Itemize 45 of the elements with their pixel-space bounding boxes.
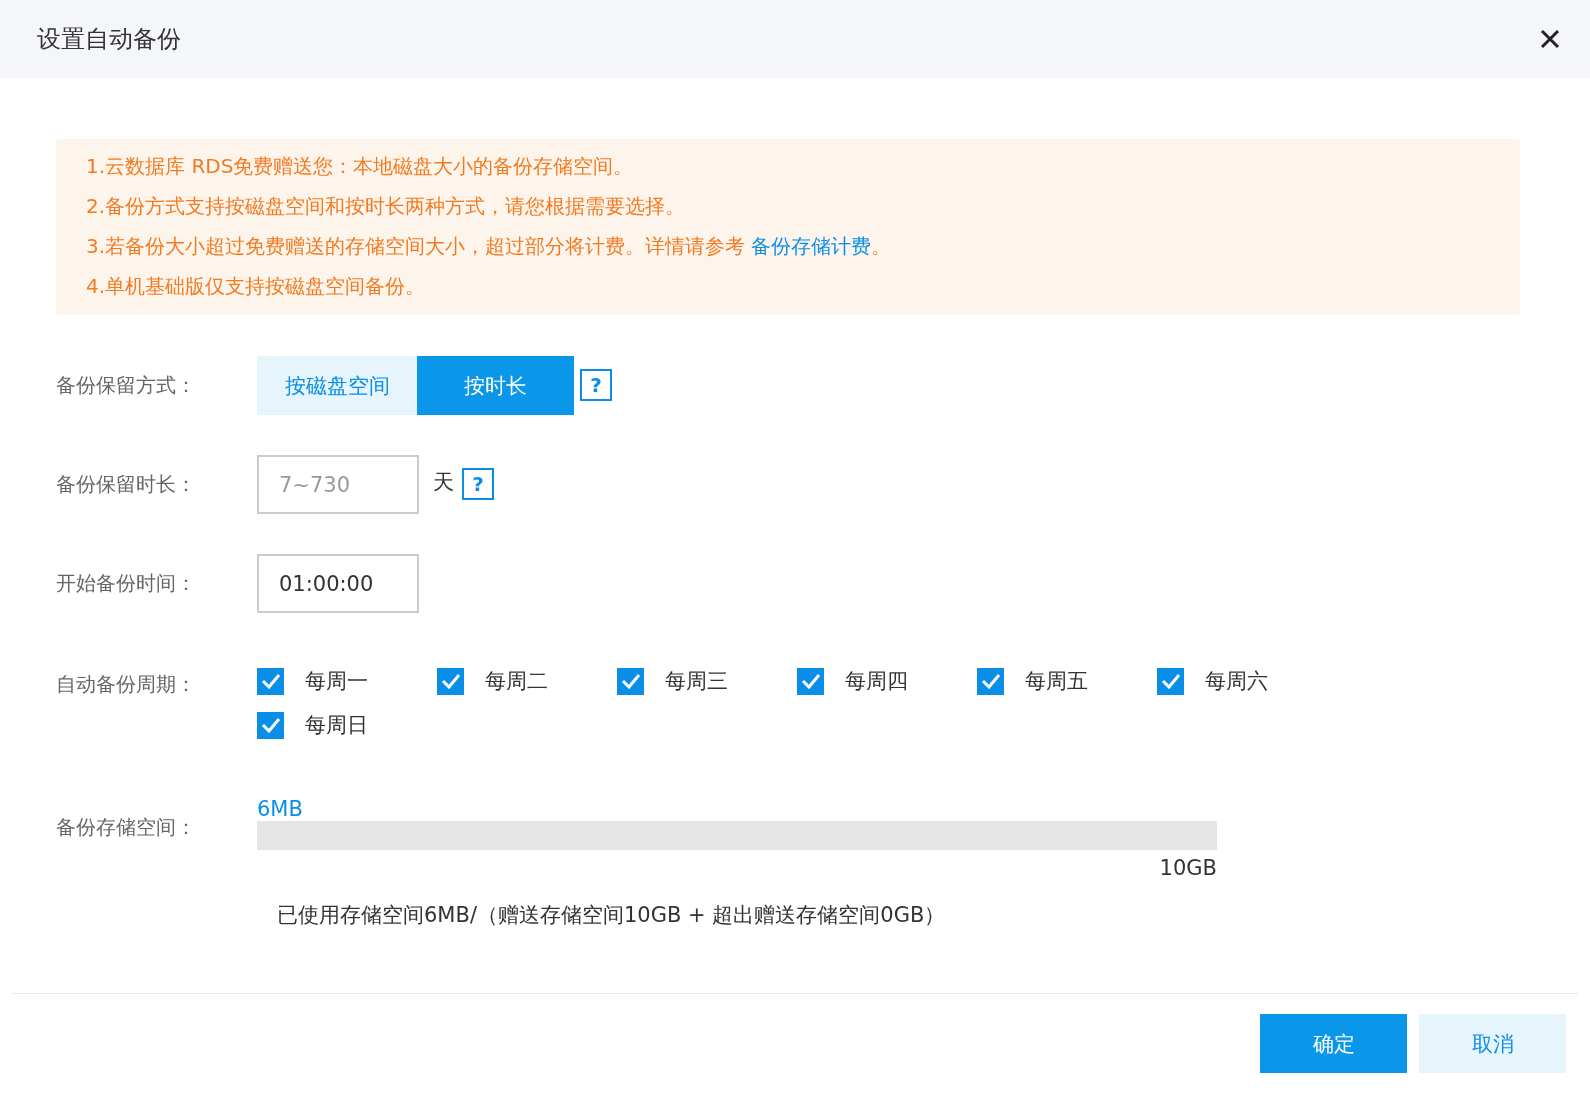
checkmark-icon (800, 673, 821, 689)
checkmark-icon (440, 673, 461, 689)
notice-text: 3.若备份大小超过免费赠送的存储空间大小，超过部分将计费。详情请参考 备份存储计费。 (86, 233, 893, 260)
checkmark-icon (260, 673, 281, 689)
days-input[interactable]: 7~730 (257, 455, 419, 514)
mode-tab[interactable]: 按时长 (417, 356, 574, 415)
field-label: 备份保留方式： (56, 372, 197, 399)
unit-text: 天 (433, 469, 454, 496)
help-button[interactable]: ? (580, 369, 612, 401)
cancel-button[interactable]: 取消 (1419, 1014, 1566, 1073)
day-label: 每周四 (845, 668, 908, 695)
checkmark-icon (980, 673, 1001, 689)
notice-text: 2.备份方式支持按磁盘空间和按时长两种方式，请您根据需要选择。 (86, 193, 687, 220)
day-label: 每周日 (305, 712, 368, 739)
checkbox[interactable] (977, 667, 1004, 695)
checkbox[interactable] (437, 667, 464, 695)
usage-summary: 已使用存储空间6MB/（赠送存储空间10GB + 超出赠送存储空间0GB） (277, 902, 947, 929)
day-label: 每周二 (485, 668, 548, 695)
notice-text: 4.单机基础版仅支持按磁盘空间备份。 (86, 273, 427, 300)
checkbox[interactable] (617, 667, 644, 695)
checkmark-icon (620, 673, 641, 689)
max-label: 10GB (1159, 856, 1217, 880)
mode-tab[interactable]: 按磁盘空间 (257, 356, 417, 415)
field-label: 自动备份周期： (56, 671, 197, 698)
billing-link[interactable]: 备份存储计费 (751, 234, 872, 258)
checkmark-icon (1160, 673, 1181, 689)
close-icon[interactable] (1538, 27, 1562, 51)
notice-text: 1.云数据库 RDS免费赠送您：本地磁盘大小的备份存储空间。 (86, 153, 635, 180)
checkbox[interactable] (257, 667, 284, 695)
help-button[interactable]: ? (462, 468, 494, 500)
checkbox[interactable] (797, 667, 824, 695)
confirm-button[interactable]: 确定 (1260, 1014, 1407, 1073)
day-label: 每周五 (1025, 668, 1088, 695)
day-label: 每周六 (1205, 668, 1268, 695)
checkmark-icon (260, 717, 281, 733)
used-label: 6MB (257, 797, 303, 821)
day-label: 每周一 (305, 668, 368, 695)
checkbox[interactable] (257, 711, 284, 739)
field-label: 备份保留时长： (56, 471, 197, 498)
time-input[interactable]: 01:00:00 (257, 554, 419, 613)
day-label: 每周三 (665, 668, 728, 695)
checkbox[interactable] (1157, 667, 1184, 695)
field-label: 开始备份时间： (56, 570, 197, 597)
dialog-title: 设置自动备份 (37, 24, 181, 55)
field-label: 备份存储空间： (56, 814, 197, 841)
